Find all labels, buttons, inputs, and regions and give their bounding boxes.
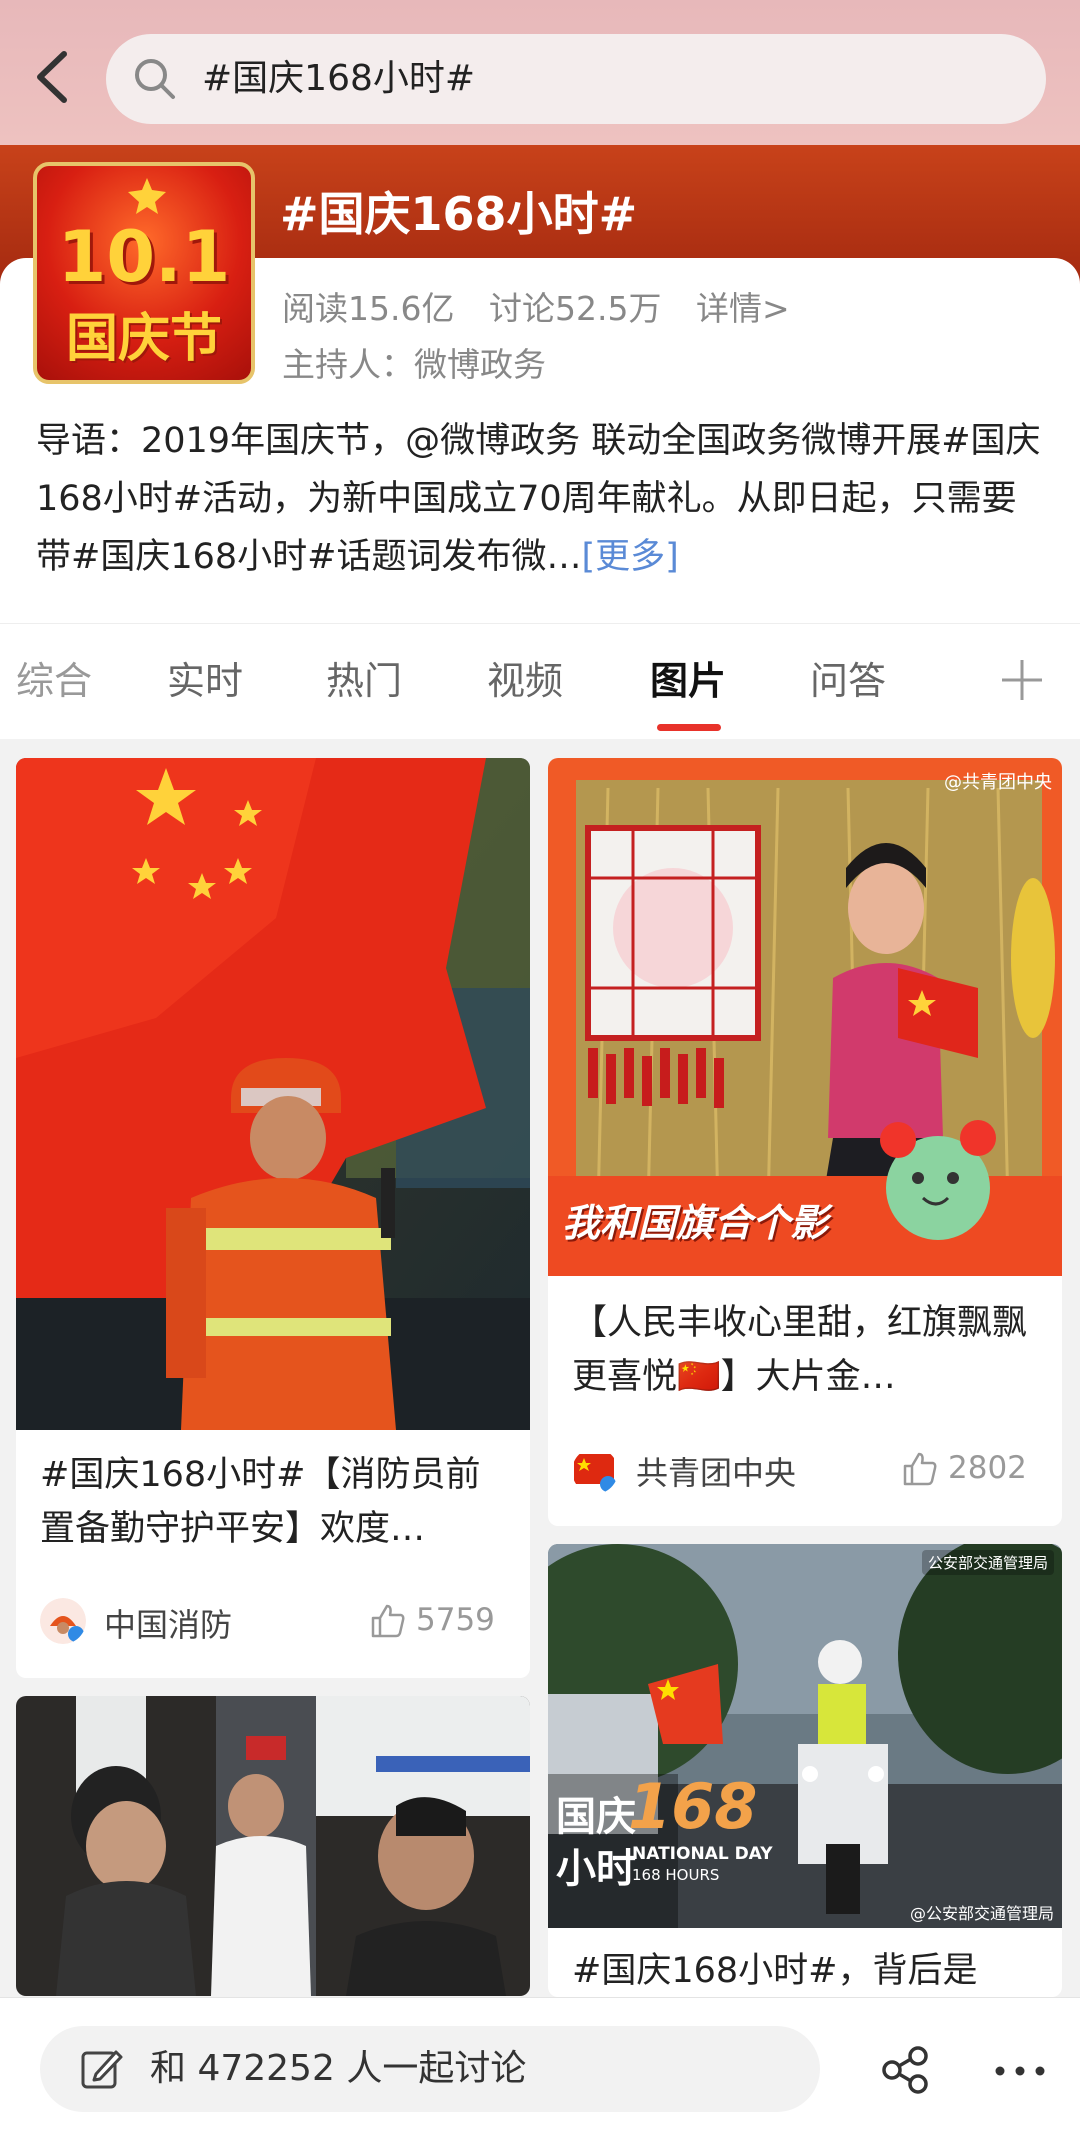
- like-count: 2802: [948, 1450, 1027, 1486]
- post-image[interactable]: [16, 758, 530, 1430]
- tab-realtime[interactable]: 实时: [167, 624, 243, 739]
- post-image[interactable]: 国庆 168 小时 NATIONAL DAY 168 HOURS 公安部交通管理…: [548, 1544, 1062, 1928]
- tab-images[interactable]: 图片: [650, 624, 726, 739]
- overlay-number-text: 168: [628, 1770, 758, 1843]
- intro-text: 导语：2019年国庆节，@微博政务 联动全国政务微博开展#国庆168小时#活动，…: [36, 421, 1041, 577]
- author-avatar[interactable]: [572, 1448, 618, 1494]
- overlay-title-text: 国庆: [556, 1794, 636, 1840]
- post-card[interactable]: 国庆 168 小时 NATIONAL DAY 168 HOURS 公安部交通管理…: [548, 1544, 1062, 1997]
- more-options-icon[interactable]: [990, 2056, 1050, 2086]
- cover-holiday-text: 国庆节: [65, 309, 222, 369]
- discuss-input[interactable]: 和 472252 人一起讨论: [40, 2026, 820, 2112]
- train-passengers-photo: [16, 1696, 530, 1996]
- avatar-flag-icon: [574, 1454, 616, 1492]
- image-caption: 我和国旗合个影: [562, 1201, 829, 1245]
- active-tab-indicator: [657, 724, 721, 731]
- author-name[interactable]: 共青团中央: [636, 1448, 796, 1494]
- bottom-bar: 和 472252 人一起讨论: [0, 1997, 1080, 2138]
- lantern-decoration-icon: [128, 178, 166, 214]
- topic-intro: 导语：2019年国庆节，@微博政务 联动全国政务微博开展#国庆168小时#活动，…: [36, 412, 1046, 586]
- tab-comprehensive[interactable]: 综合: [16, 624, 92, 739]
- edit-icon: [81, 2050, 123, 2089]
- search-icon: [135, 59, 175, 99]
- author-avatar[interactable]: [40, 1598, 86, 1644]
- back-arrow-icon: [37, 51, 67, 103]
- avatar-firefighter-icon: [40, 1598, 86, 1644]
- like-thumb-icon[interactable]: [368, 1602, 406, 1640]
- image-watermark: @共青团中央: [944, 772, 1052, 793]
- tab-bar: 综合 实时 热门 视频 图片 问答: [0, 623, 1080, 739]
- image-watermark: @公安部交通管理局: [909, 1904, 1054, 1923]
- post-image[interactable]: 我和国旗合个影 @共青团中央: [548, 758, 1062, 1276]
- tab-label: 热门: [326, 659, 403, 703]
- details-link[interactable]: 详情>: [696, 289, 790, 328]
- post-image[interactable]: [16, 1696, 530, 1996]
- top-bar: #国庆168小时#: [0, 0, 1080, 145]
- discuss-text: 和 472252 人一起讨论: [150, 2048, 527, 2089]
- post-text[interactable]: #国庆168小时#，背后是: [572, 1944, 1038, 1997]
- tab-video[interactable]: 视频: [487, 624, 563, 739]
- search-query-text: #国庆168小时#: [202, 58, 476, 99]
- post-text[interactable]: 【人民丰收心里甜，红旗飘飘更喜悦🇨🇳】大片金…: [572, 1296, 1038, 1404]
- topic-stats: 阅读15.6亿 讨论52.5万 详情>: [282, 282, 814, 330]
- cover-date-text: 10.1: [57, 216, 231, 298]
- topic-title: #国庆168小时#: [280, 187, 638, 241]
- tab-label: 问答: [810, 659, 887, 703]
- tab-label: 视频: [487, 659, 564, 703]
- author-name[interactable]: 中国消防: [104, 1600, 232, 1646]
- tab-hot[interactable]: 热门: [326, 624, 402, 739]
- post-card[interactable]: [16, 1696, 530, 1996]
- search-input[interactable]: #国庆168小时#: [106, 34, 1046, 124]
- firefighter-flag-photo: [16, 758, 530, 1430]
- tab-qa[interactable]: 问答: [810, 624, 886, 739]
- post-card[interactable]: #国庆168小时#【消防员前置备勤守护平安】欢度… 中国消防 5759: [16, 758, 530, 1678]
- post-card[interactable]: 我和国旗合个影 @共青团中央 【人民丰收心里甜，红旗飘飘更喜悦🇨🇳】大片金… 共…: [548, 758, 1062, 1526]
- read-count: 阅读15.6亿: [282, 289, 455, 328]
- like-thumb-icon[interactable]: [900, 1450, 938, 1488]
- tab-label: 综合: [16, 659, 93, 703]
- topic-host[interactable]: 主持人：微博政务: [282, 338, 546, 386]
- back-button[interactable]: [28, 42, 78, 112]
- post-text[interactable]: #国庆168小时#【消防员前置备勤守护平安】欢度…: [40, 1448, 506, 1556]
- add-tab-icon[interactable]: [994, 652, 1050, 708]
- tab-label: 图片: [650, 659, 727, 703]
- topic-cover-image[interactable]: 10.1 国庆节: [33, 162, 255, 384]
- source-badge: 公安部交通管理局: [921, 1550, 1054, 1575]
- discussion-count: 讨论52.5万: [488, 289, 662, 328]
- share-icon[interactable]: [880, 2044, 932, 2096]
- overlay-english-line1: NATIONAL DAY: [632, 1844, 773, 1864]
- overlay-hours-text: 小时: [556, 1846, 636, 1892]
- more-link[interactable]: [更多]: [581, 537, 678, 577]
- like-count: 5759: [416, 1602, 495, 1638]
- tab-label: 实时: [167, 659, 244, 703]
- overlay-english-line2: 168 HOURS: [632, 1866, 720, 1884]
